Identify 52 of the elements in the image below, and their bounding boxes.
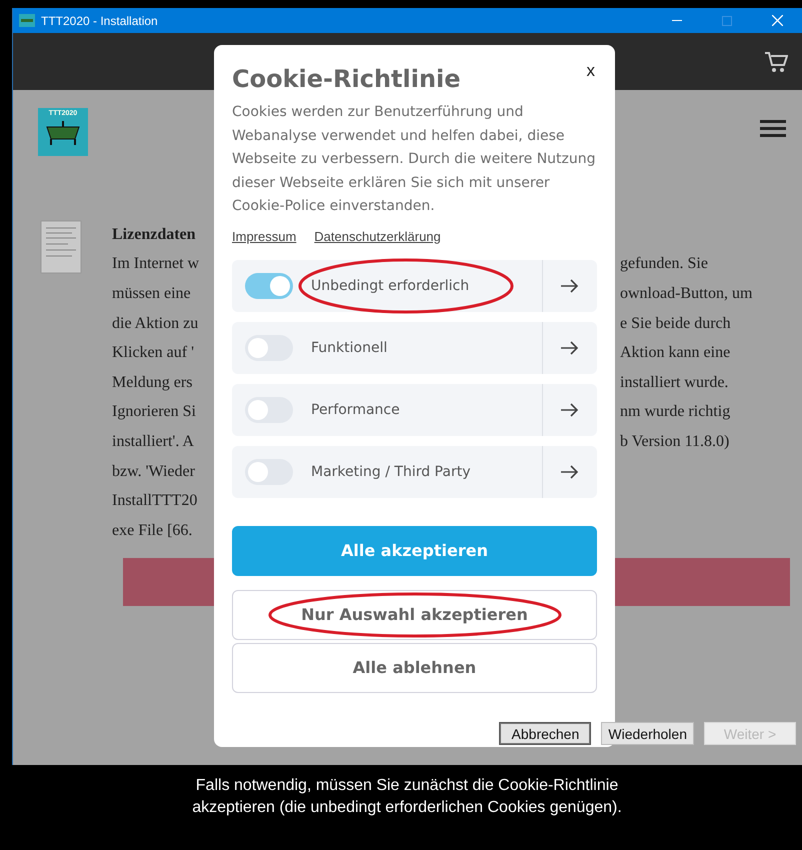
caption-text: Falls notwendig, müssen Sie zunächst die Cookie-Richtlinie akzeptieren (die unbedingt erforderlichen Cookies genügen). [191,776,623,818]
body-text: die Aktion zu [112,314,198,333]
category-label: Performance [311,402,400,418]
close-icon [772,15,782,26]
cookie-category[interactable]: Unbedingt erforderlich [232,260,597,312]
body-text: installiert'. A [112,432,194,451]
dialog-text: Cookies werden zur Benutzerführung und Webanalyse verwendet und helfen dabei, diese Webseite zu verbessern. Durch die weitere Nutzung dieser Webseite erklären Sie sich mit unserer Cookie-Police einverstanden. [232,103,597,216]
body-text: exe File [66. [112,522,192,540]
body-text: Aktion kann eine [620,344,730,362]
wizard-button[interactable]: Abbrechen [499,722,592,745]
dialog-title: Cookie-Richtlinie [232,65,461,93]
category-label: Funktionell [311,340,388,356]
consent-button[interactable]: Nur Auswahl akzeptieren [232,590,597,640]
body-text: InstallTTT20 [112,492,198,510]
cart-icon[interactable] [764,50,788,72]
document-icon [40,220,82,274]
body-text: Klicken auf ' [112,344,194,362]
category-label: Marketing / Third Party [311,464,470,480]
toggle-switch[interactable] [245,458,293,484]
license-heading: Lizenzdaten [112,226,196,244]
body-text: Ignorieren Si [112,403,196,422]
cookie-category[interactable]: Performance [232,384,597,436]
body-text: ownload-Button, um [620,284,752,303]
footer-link[interactable]: Datenschutzerklärung [314,228,441,244]
body-text: nm wurde richtig [620,403,730,422]
body-text: Meldung ers [112,374,192,392]
cookie-category[interactable]: Marketing / Third Party [232,446,597,498]
wizard-button[interactable]: Wiederholen [601,722,694,745]
body-text: Im Internet w [112,255,200,274]
footer-link[interactable]: Impressum [232,228,296,244]
arrow-icon [561,402,579,416]
arrow-icon [561,340,579,354]
arrow-icon [561,278,579,292]
minimize-icon [672,20,682,22]
cookie-category[interactable]: Funktionell [232,322,597,374]
body-text: müssen eine [112,284,191,303]
toggle-switch[interactable] [245,334,293,360]
maximize-icon [722,16,732,26]
close-button[interactable]: x [584,61,597,81]
toggle-switch[interactable] [245,272,293,298]
body-text: gefunden. Sie [620,255,708,274]
toggle-switch[interactable] [245,396,293,422]
consent-button[interactable]: Alle ablehnen [232,642,597,692]
body-text: e Sie beide durch [620,314,731,333]
body-text: installiert wurde. [620,374,728,392]
app-icon [19,14,35,27]
category-label: Unbedingt erforderlich [311,278,470,294]
body-text: b Version 11.8.0) [620,432,730,451]
arrow-icon [561,464,579,478]
body-text: bzw. 'Wieder [112,462,195,481]
menu-icon[interactable] [760,120,786,138]
window-title: TTT2020 - Installation [41,14,159,28]
